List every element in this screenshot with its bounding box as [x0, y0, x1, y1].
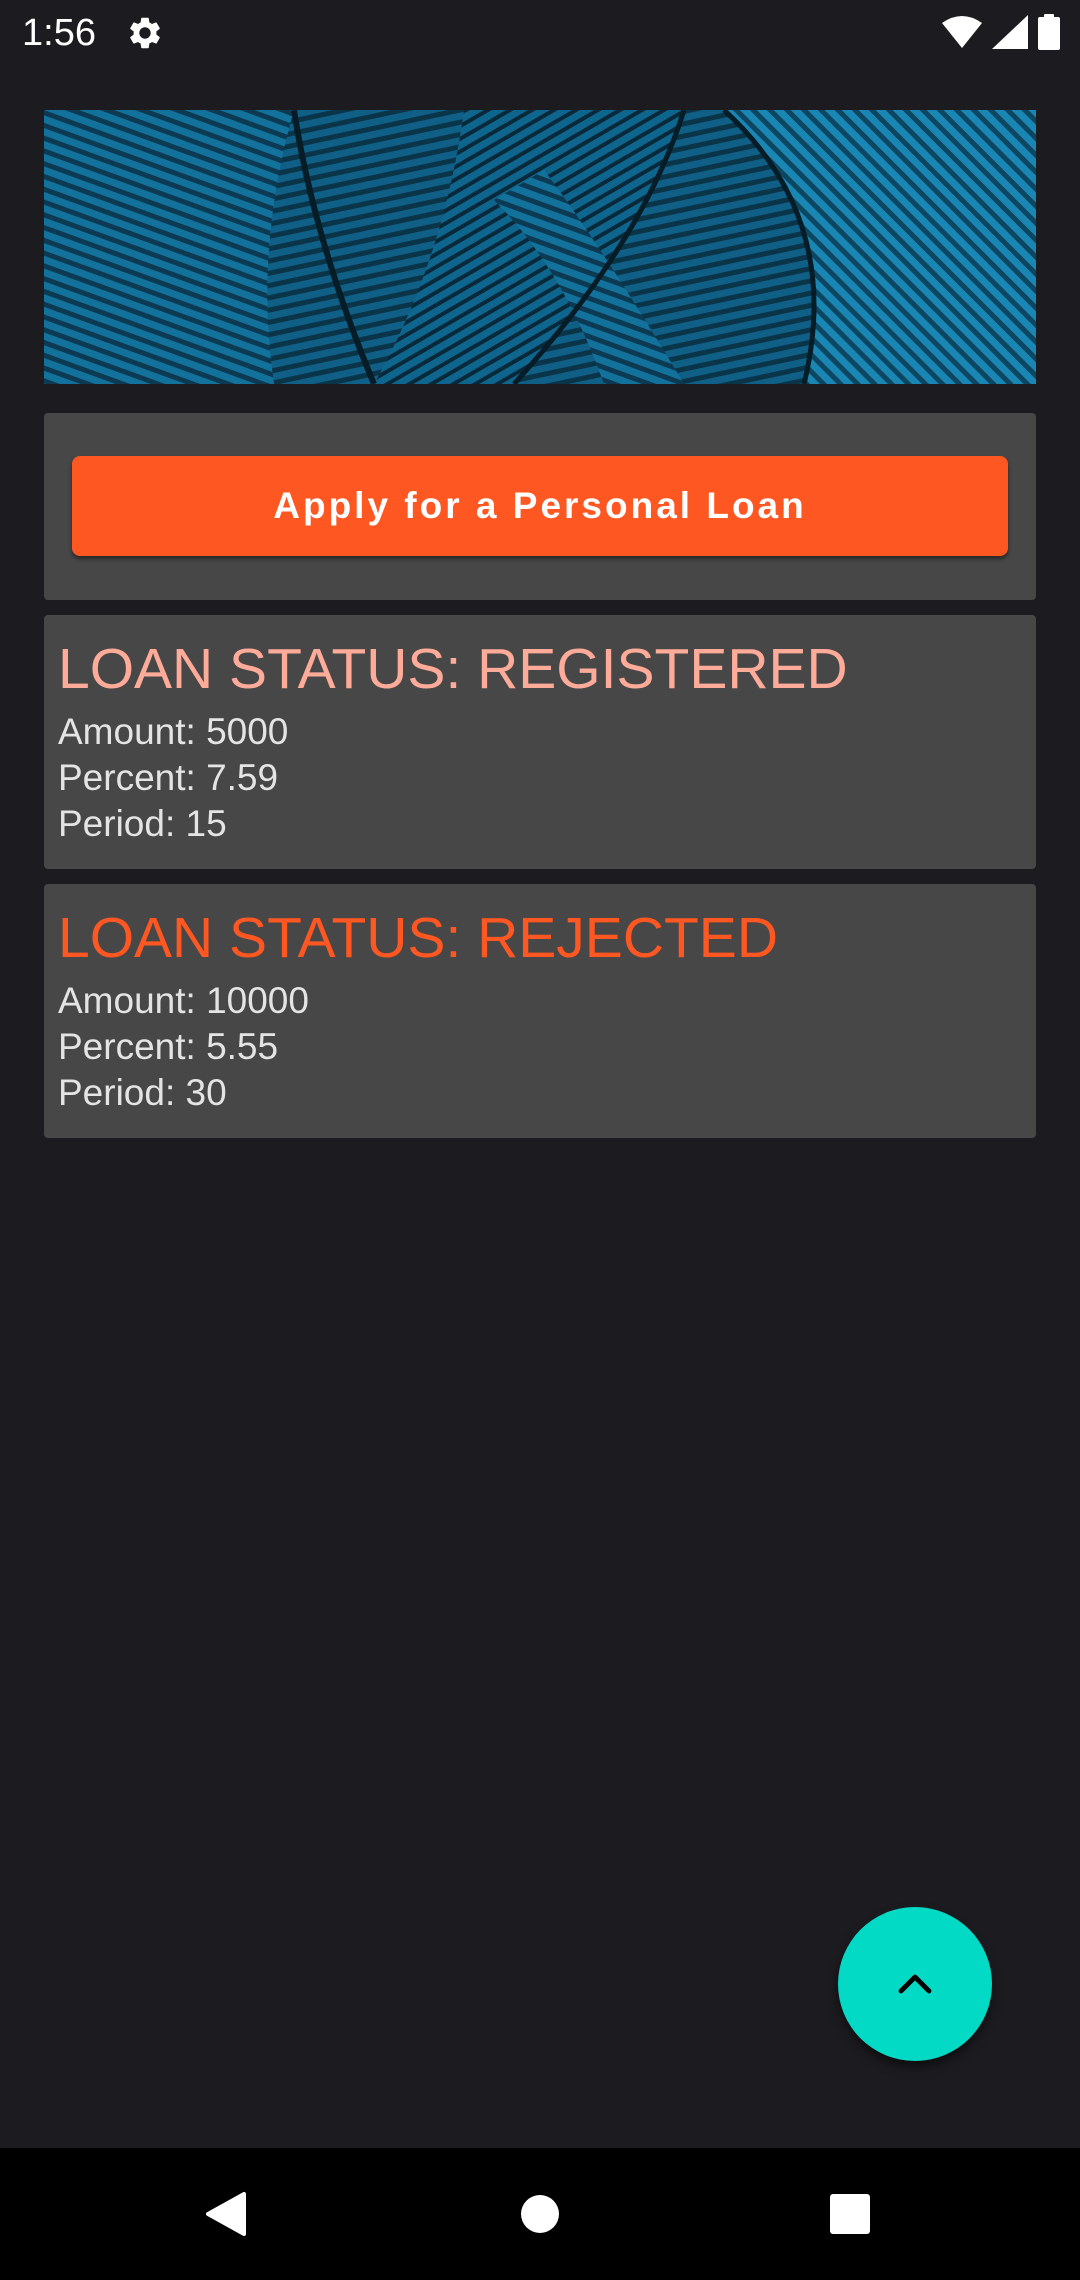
back-button[interactable] — [190, 2178, 262, 2250]
scroll-up-fab[interactable] — [838, 1907, 992, 2061]
loan-amount: Amount: 10000 — [58, 980, 309, 1021]
status-icons — [942, 12, 1060, 52]
loan-period: Period: 15 — [58, 803, 227, 844]
battery-icon — [1038, 14, 1060, 50]
home-button[interactable] — [504, 2178, 576, 2250]
loan-amount: Amount: 5000 — [58, 711, 289, 752]
navigation-bar — [0, 2148, 1080, 2280]
gear-icon — [130, 17, 160, 49]
banner-image — [44, 110, 1036, 384]
back-icon — [206, 2192, 246, 2236]
app-screen: 1:56 Apply for a Personal Loan LOAN STAT… — [0, 0, 1080, 2280]
recents-button[interactable] — [814, 2178, 886, 2250]
loan-percent: Percent: 5.55 — [58, 1026, 279, 1067]
wifi-icon — [942, 16, 982, 48]
chevron-up-icon — [898, 1974, 932, 1994]
loan-percent: Percent: 7.59 — [58, 757, 279, 798]
recents-icon — [830, 2194, 870, 2234]
loan-card[interactable]: LOAN STATUS: REGISTERED Amount: 5000 Per… — [44, 615, 1036, 869]
loan-period: Period: 30 — [58, 1072, 227, 1113]
status-time: 1:56 — [22, 12, 96, 54]
status-bar: 1:56 — [0, 0, 1080, 66]
loan-status: LOAN STATUS: REJECTED — [58, 906, 778, 970]
loan-status: LOAN STATUS: REGISTERED — [58, 637, 848, 701]
apply-loan-button[interactable]: Apply for a Personal Loan — [72, 456, 1008, 556]
signal-icon — [992, 15, 1028, 49]
home-icon — [521, 2195, 559, 2233]
loan-card[interactable]: LOAN STATUS: REJECTED Amount: 10000 Perc… — [44, 884, 1036, 1138]
apply-card: Apply for a Personal Loan — [44, 413, 1036, 600]
